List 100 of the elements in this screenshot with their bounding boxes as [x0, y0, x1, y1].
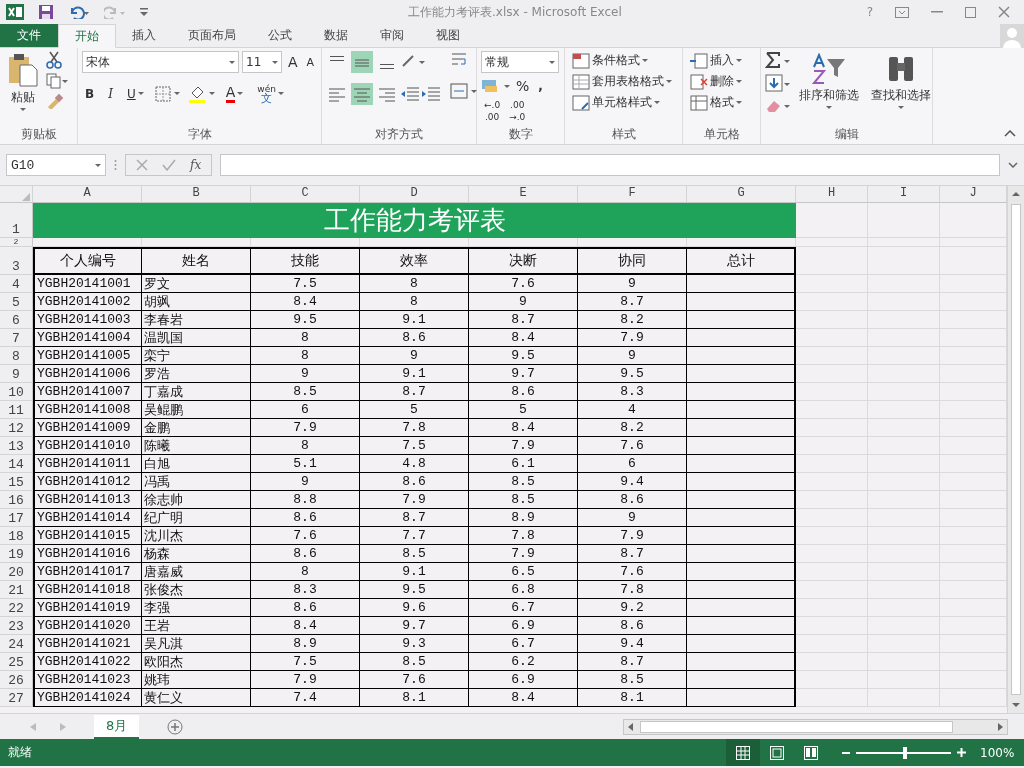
- caret-icon[interactable]: [173, 92, 180, 95]
- slider-thumb[interactable]: [903, 746, 908, 759]
- row-header[interactable]: 24: [0, 635, 33, 653]
- style-menu-button[interactable]: 单元格样式: [569, 93, 675, 112]
- caret-icon[interactable]: [237, 92, 244, 95]
- row-header[interactable]: 13: [0, 437, 33, 455]
- scissors-icon[interactable]: [46, 51, 62, 69]
- column-header[interactable]: J: [940, 186, 1007, 203]
- row-header[interactable]: 8: [0, 347, 33, 365]
- italic-button[interactable]: I: [105, 85, 116, 102]
- decimal-button[interactable]: ←.0 .00: [481, 99, 504, 123]
- caret-icon[interactable]: [229, 60, 235, 64]
- find-select-button[interactable]: 查找和选择: [867, 51, 935, 126]
- row-header[interactable]: 15: [0, 473, 33, 491]
- percent-button[interactable]: %: [513, 77, 533, 95]
- save-icon[interactable]: [38, 4, 54, 20]
- style-menu-button[interactable]: 条件格式: [569, 51, 675, 70]
- column-header[interactable]: I: [868, 186, 940, 203]
- font-name-field[interactable]: 宋体: [82, 51, 239, 73]
- column-header[interactable]: H: [796, 186, 868, 203]
- row-header[interactable]: 25: [0, 653, 33, 671]
- file-tab[interactable]: 文件: [0, 24, 58, 47]
- caret-icon[interactable]: [826, 106, 832, 109]
- number-format-field[interactable]: 常规: [481, 51, 559, 73]
- ribbon-tab[interactable]: 插入: [116, 24, 172, 47]
- row-header[interactable]: 9: [0, 365, 33, 383]
- row-header[interactable]: 6: [0, 311, 33, 329]
- zoom-out-icon[interactable]: [842, 751, 850, 754]
- ribbon-tab[interactable]: 视图: [420, 24, 476, 47]
- row-header[interactable]: 27: [0, 689, 33, 707]
- caret-icon[interactable]: [137, 92, 144, 95]
- scrollbar-thumb[interactable]: [1011, 204, 1021, 695]
- grow-font-button[interactable]: A: [285, 53, 301, 71]
- fill-down-icon[interactable]: [765, 74, 791, 92]
- row-header[interactable]: 19: [0, 545, 33, 563]
- caret-icon[interactable]: [208, 92, 215, 95]
- maximize-icon[interactable]: [965, 6, 976, 18]
- caret-icon[interactable]: [277, 92, 284, 95]
- format-painter-icon[interactable]: [46, 93, 64, 109]
- ribbon-display-icon[interactable]: [895, 6, 909, 18]
- row-header[interactable]: 17: [0, 509, 33, 527]
- comma-button[interactable]: ,: [535, 78, 546, 94]
- add-sheet-icon[interactable]: [167, 718, 184, 735]
- row-header[interactable]: 18: [0, 527, 33, 545]
- caret-icon[interactable]: [736, 80, 742, 83]
- collapse-ribbon-icon[interactable]: [1004, 130, 1016, 137]
- formula-input[interactable]: [220, 154, 1000, 176]
- caret-icon[interactable]: [736, 59, 742, 62]
- caret-icon[interactable]: [504, 84, 510, 88]
- row-header[interactable]: 10: [0, 383, 33, 401]
- customize-icon[interactable]: [140, 8, 148, 16]
- shrink-font-button[interactable]: A: [303, 54, 318, 70]
- decimal-button[interactable]: .00 →.0: [506, 99, 529, 123]
- caret-icon[interactable]: [549, 60, 555, 64]
- autosum-icon[interactable]: [765, 51, 791, 69]
- ribbon-tab[interactable]: 数据: [308, 24, 364, 47]
- font-size-field[interactable]: 11: [242, 51, 282, 73]
- font-color-button[interactable]: A: [222, 83, 247, 104]
- ribbon-tab[interactable]: 公式: [252, 24, 308, 47]
- cells-menu-button[interactable]: 插入: [687, 51, 745, 70]
- excel-logo-icon[interactable]: [6, 4, 24, 20]
- row-header[interactable]: 4: [0, 275, 33, 293]
- normal-view-button[interactable]: [726, 739, 760, 766]
- row-header[interactable]: 5: [0, 293, 33, 311]
- column-header[interactable]: D: [360, 186, 469, 203]
- undo-icon[interactable]: [68, 5, 90, 19]
- sort-filter-button[interactable]: 排序和筛选: [795, 51, 863, 126]
- row-header[interactable]: 7: [0, 329, 33, 347]
- caret-icon[interactable]: [272, 60, 278, 64]
- column-header[interactable]: E: [469, 186, 578, 203]
- row-header[interactable]: 21: [0, 581, 33, 599]
- column-header[interactable]: B: [142, 186, 251, 203]
- caret-icon[interactable]: [95, 163, 101, 167]
- decrease-indent-icon[interactable]: [401, 87, 419, 101]
- row-header[interactable]: 1: [0, 203, 33, 238]
- row-header[interactable]: 22: [0, 599, 33, 617]
- paste-button[interactable]: 粘贴: [4, 51, 42, 126]
- caret-icon[interactable]: [898, 106, 904, 109]
- expand-icon[interactable]: [1008, 162, 1018, 168]
- bold-button[interactable]: B: [82, 85, 98, 102]
- column-header[interactable]: A: [33, 186, 142, 203]
- row-header[interactable]: 12: [0, 419, 33, 437]
- name-box[interactable]: G10: [6, 154, 106, 176]
- caret-icon[interactable]: [666, 80, 672, 83]
- caret-icon[interactable]: [471, 89, 477, 93]
- ribbon-tab[interactable]: 开始: [58, 24, 116, 48]
- cells-menu-button[interactable]: 格式: [687, 93, 745, 112]
- row-header[interactable]: 11: [0, 401, 33, 419]
- cells-menu-button[interactable]: 删除: [687, 72, 745, 91]
- underline-button[interactable]: U: [123, 85, 147, 102]
- row-header[interactable]: 23: [0, 617, 33, 635]
- insert-function-button[interactable]: fx: [190, 158, 202, 172]
- fill-color-icon[interactable]: [187, 84, 206, 103]
- caret-icon[interactable]: [736, 101, 742, 104]
- zoom-in-icon[interactable]: [957, 748, 966, 757]
- caret-icon[interactable]: [20, 108, 26, 111]
- increase-indent-icon[interactable]: [422, 87, 440, 101]
- column-header[interactable]: G: [687, 186, 796, 203]
- caret-icon[interactable]: [642, 59, 648, 62]
- row-header[interactable]: 2: [0, 238, 33, 247]
